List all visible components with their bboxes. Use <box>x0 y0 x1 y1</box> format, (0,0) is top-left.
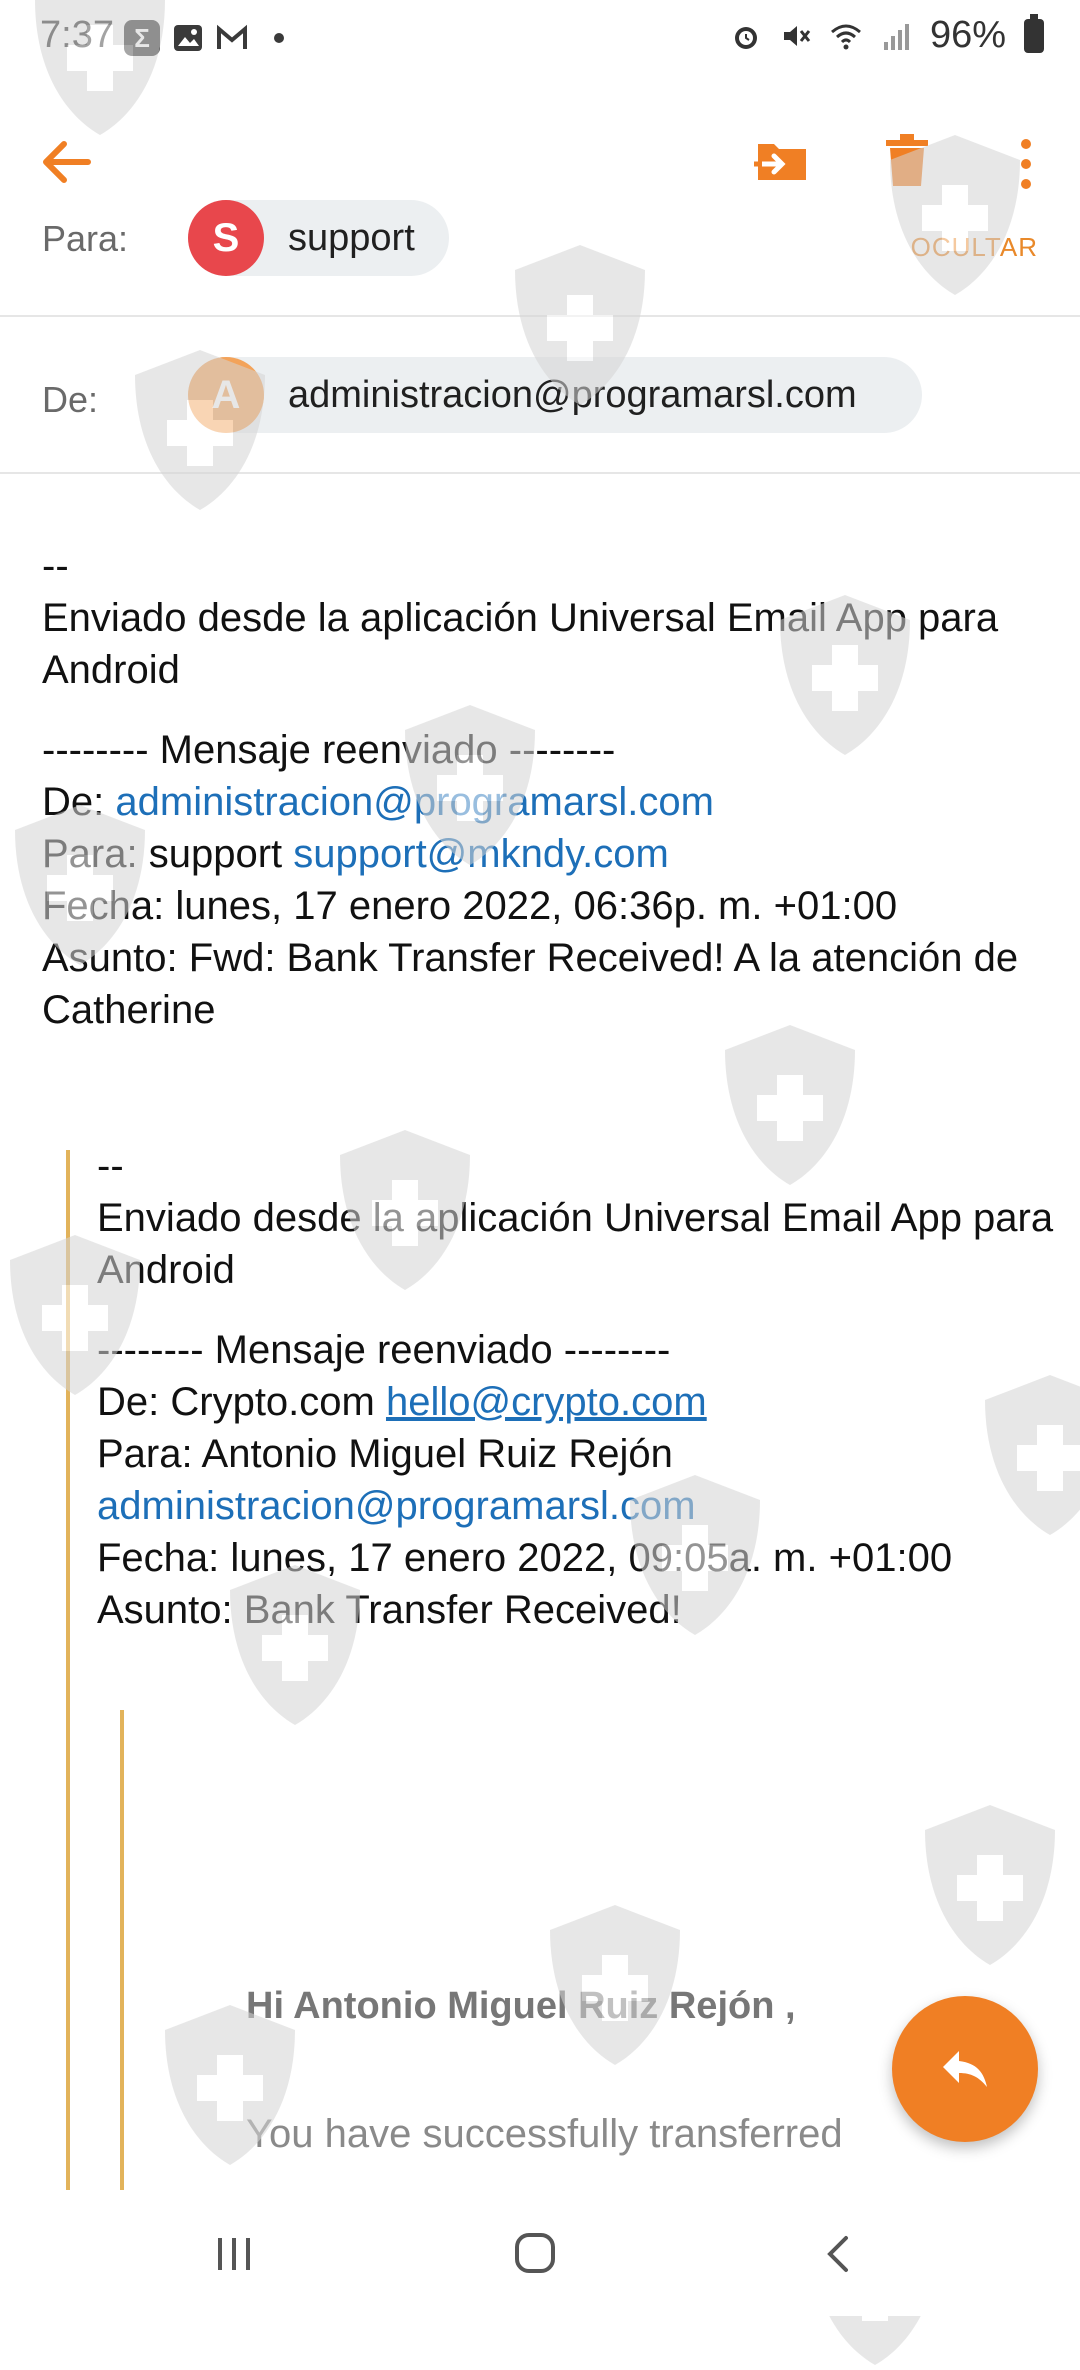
to-label: Para: support <box>42 832 283 876</box>
sigma-icon: Σ <box>124 20 160 56</box>
toolbar <box>0 120 1080 210</box>
recipient-chip[interactable]: S support <box>188 200 449 276</box>
status-bar: 7:37 Σ 96% <box>0 0 1080 80</box>
mute-icon <box>783 25 811 46</box>
recipient-name: support <box>288 216 415 259</box>
recents-icon[interactable] <box>214 2236 254 2272</box>
from-email-link[interactable]: hello@crypto.com <box>386 1380 707 1424</box>
from-email-link[interactable]: administracion@programarsl.com <box>115 780 714 824</box>
avatar: S <box>188 200 264 276</box>
to-email-link[interactable]: administracion@programarsl.com <box>97 1480 1057 1532</box>
reply-button[interactable] <box>892 1996 1038 2142</box>
subject-line: Asunto: Fwd: Bank Transfer Received! A l… <box>42 936 1019 1032</box>
sender-chip[interactable]: A administracion@programarsl.com <box>188 357 922 433</box>
greeting-text: Hi Antonio Miguel Ruiz Rejón , <box>246 1985 796 2027</box>
signature-dashes: -- <box>97 1144 124 1188</box>
signature-text: Enviado desde la aplicación Universal Em… <box>97 1196 1054 1292</box>
status-time: 7:37 <box>40 14 114 56</box>
avatar: A <box>188 357 264 433</box>
watermark-shield-icon <box>925 1805 1055 1965</box>
to-label: Para: <box>42 218 129 259</box>
battery-icon <box>1024 13 1044 53</box>
forward-header: -------- Mensaje reenviado -------- <box>42 728 616 772</box>
from-label: De: <box>42 379 99 420</box>
quote-bar <box>66 1150 70 2190</box>
gmail-icon <box>217 24 247 49</box>
battery-percent: 96% <box>929 14 1006 56</box>
email-body: -- Enviado desde la aplicación Universal… <box>42 540 1052 1036</box>
date-line: Fecha: lunes, 17 enero 2022, 09:05a. m. … <box>97 1536 953 1580</box>
trash-icon[interactable] <box>882 130 932 190</box>
signal-icon <box>883 23 909 50</box>
wifi-icon <box>830 24 861 49</box>
hide-details-button[interactable]: OCULTAR <box>911 232 1038 263</box>
sender-email: administracion@programarsl.com <box>288 373 857 416</box>
date-line: Fecha: lunes, 17 enero 2022, 06:36p. m. … <box>42 884 898 928</box>
sender-row: De: A administracion@programarsl.com <box>0 317 1080 474</box>
home-icon[interactable] <box>514 2232 556 2274</box>
move-to-folder-icon[interactable] <box>752 130 812 190</box>
quoted-message: -- Enviado desde la aplicación Universal… <box>97 1140 1057 1636</box>
signature-dashes: -- <box>42 544 69 588</box>
nav-back-icon[interactable] <box>822 2234 852 2274</box>
image-icon <box>174 25 202 51</box>
to-email-link[interactable]: support@mkndy.com <box>293 832 669 876</box>
signature-text: Enviado desde la aplicación Universal Em… <box>42 596 999 692</box>
from-label: De: <box>42 780 105 824</box>
reply-icon <box>943 2051 987 2087</box>
navigation-bar <box>0 2190 1080 2316</box>
more-vert-icon[interactable] <box>1012 134 1040 194</box>
recipient-row: Para: S support OCULTAR <box>0 200 1080 317</box>
quote-bar-inner <box>120 1710 124 2190</box>
forward-header: -------- Mensaje reenviado -------- <box>97 1328 671 1372</box>
to-label: Para: Antonio Miguel Ruiz Rejón <box>97 1432 673 1476</box>
alarm-icon <box>734 26 757 49</box>
from-label: De: Crypto.com <box>97 1380 375 1424</box>
message-snippet: You have successfully transferred <box>246 2112 843 2156</box>
notification-dot <box>274 33 284 43</box>
subject-line: Asunto: Bank Transfer Received! <box>97 1588 682 1632</box>
arrow-back-icon[interactable] <box>36 132 96 192</box>
